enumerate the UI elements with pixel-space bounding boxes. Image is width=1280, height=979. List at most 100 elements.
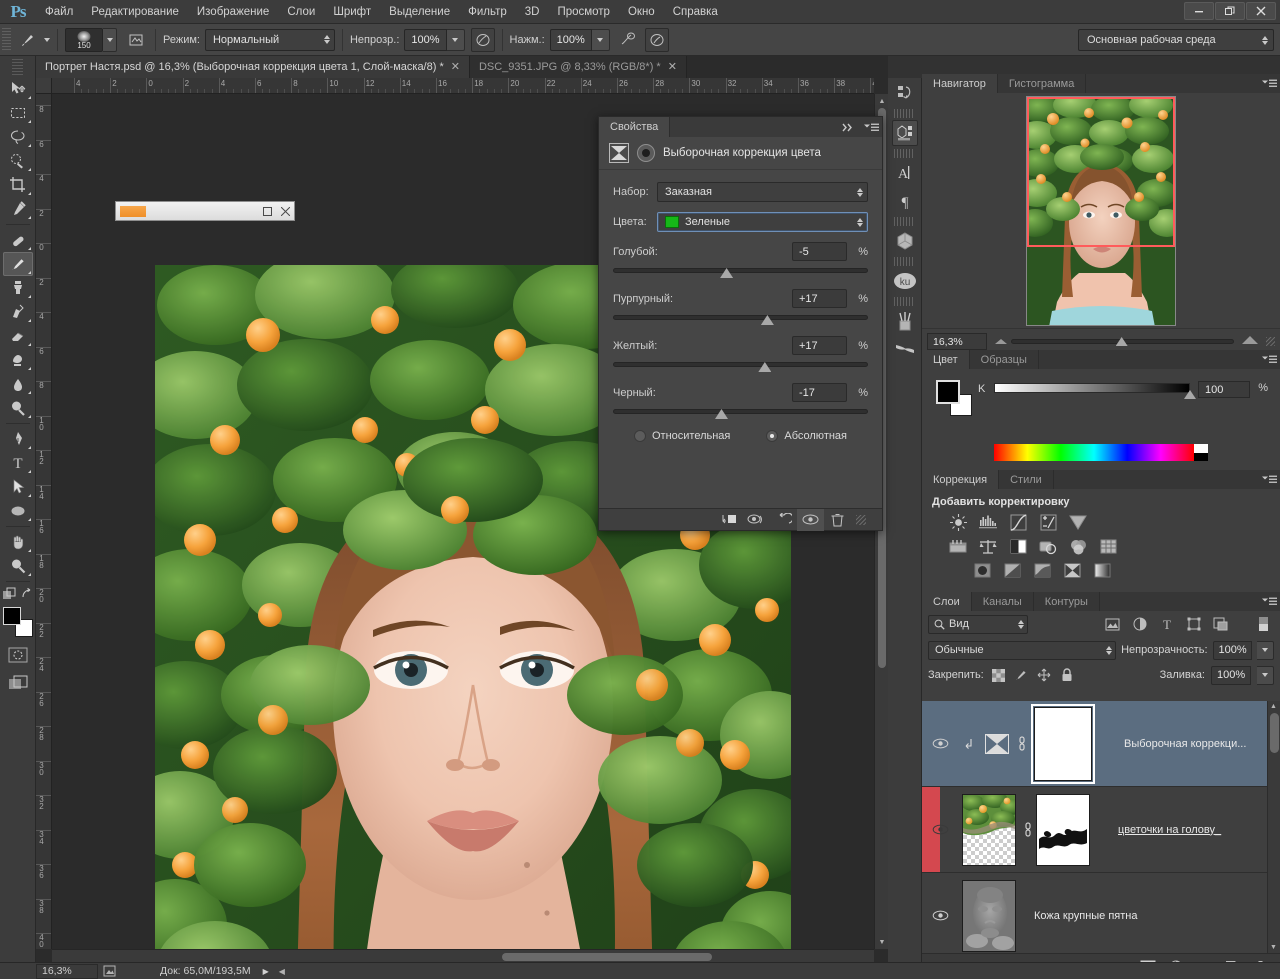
stepper-icon[interactable]	[851, 188, 863, 197]
tool-move[interactable]	[3, 77, 33, 101]
tool-dodge[interactable]	[3, 396, 33, 420]
character-icon[interactable]: A	[892, 160, 918, 186]
filter-adjustment-icon[interactable]	[1129, 615, 1150, 634]
history-icon[interactable]	[892, 80, 918, 106]
tool-healing-brush[interactable]	[3, 228, 33, 252]
layer-name[interactable]: Выборочная коррекци...	[1124, 738, 1246, 750]
options-bar-grip[interactable]	[2, 28, 11, 52]
filter-pixel-icon[interactable]	[1102, 615, 1123, 634]
navigator-view-box[interactable]	[1027, 97, 1175, 247]
tab-paths[interactable]: Контуры	[1034, 592, 1100, 611]
brightness-contrast-icon[interactable]	[946, 512, 970, 533]
stepper-icon[interactable]	[1012, 620, 1024, 629]
blend-mode-select[interactable]: Нормальный	[205, 29, 335, 51]
radio-absolute-dot[interactable]	[766, 430, 778, 442]
color-foreground-swatch[interactable]	[936, 380, 960, 404]
tool-flyout-icon[interactable]	[28, 216, 31, 219]
layer-list-scrollbar[interactable]: ▲ ▼	[1267, 701, 1280, 953]
menu-type[interactable]: Шрифт	[324, 2, 380, 22]
lock-all-icon[interactable]	[1059, 667, 1076, 684]
k-channel-value[interactable]: 100	[1198, 381, 1250, 398]
preset-select[interactable]: Заказная	[657, 182, 868, 202]
adjustment-layer-thumbnail[interactable]	[980, 734, 1014, 754]
layer-filter-type-select[interactable]: Вид	[928, 615, 1028, 634]
kuler-icon[interactable]: ku	[892, 268, 918, 294]
menu-window[interactable]: Окно	[619, 2, 664, 22]
vibrance-icon[interactable]	[1066, 512, 1090, 533]
tool-type[interactable]: T	[3, 451, 33, 475]
navigator-thumbnail-area[interactable]	[922, 93, 1280, 328]
table-row[interactable]: Выборочная коррекци...	[922, 701, 1280, 787]
brush-preset-picker[interactable]: 150	[65, 28, 103, 52]
lock-position-icon[interactable]	[1036, 667, 1053, 684]
tool-lasso[interactable]	[3, 125, 33, 149]
horizontal-scroll-thumb[interactable]	[502, 953, 712, 961]
tool-gradient[interactable]	[3, 348, 33, 372]
airbrush-panel-icon[interactable]	[124, 28, 148, 52]
exposure-icon[interactable]	[1036, 512, 1060, 533]
status-expand-icon[interactable]: ▶	[263, 967, 269, 976]
tools-panel-grip[interactable]	[12, 59, 23, 75]
layer-name[interactable]: Кожа крупные пятна	[1034, 910, 1138, 922]
tool-flyout-icon[interactable]	[28, 295, 31, 298]
table-row[interactable]: цветочки на голову_	[922, 787, 1280, 873]
resize-grip[interactable]	[856, 515, 866, 525]
tool-eyedropper[interactable]	[3, 197, 33, 221]
tool-flyout-icon[interactable]	[28, 319, 31, 322]
floating-mini-window[interactable]	[115, 201, 295, 221]
scroll-down-icon[interactable]: ▼	[1270, 944, 1277, 951]
navigator-zoom-value[interactable]: 16,3%	[927, 333, 987, 350]
color-balance-icon[interactable]	[976, 536, 1000, 557]
layer-thumbnail[interactable]	[962, 794, 1016, 866]
zoom-in-icon[interactable]	[1242, 336, 1258, 344]
tool-marquee[interactable]	[3, 101, 33, 125]
brush-preset-arrow-icon[interactable]	[103, 28, 117, 52]
panel-menu-icon[interactable]	[1258, 350, 1280, 369]
tool-quick-selection[interactable]	[3, 149, 33, 173]
lock-transparency-icon[interactable]	[990, 667, 1007, 684]
tool-flyout-icon[interactable]	[28, 343, 31, 346]
brush-tool-icon[interactable]	[16, 28, 40, 52]
mini-window-close-icon[interactable]	[281, 207, 290, 216]
tool-flyout-icon[interactable]	[28, 192, 31, 195]
view-previous-state-icon[interactable]	[743, 509, 770, 531]
filter-type-icon[interactable]: T	[1156, 615, 1177, 634]
tool-ellipse-shape[interactable]	[3, 499, 33, 523]
layer-opacity-value[interactable]: 100%	[1213, 641, 1253, 660]
white-swatch[interactable]	[1194, 444, 1208, 453]
menu-help[interactable]: Справка	[664, 2, 727, 22]
black-slider-track[interactable]	[613, 405, 868, 421]
tab-adjustments[interactable]: Коррекция	[922, 470, 999, 489]
menu-file[interactable]: Файл	[36, 2, 82, 22]
tool-flyout-icon[interactable]	[28, 518, 31, 521]
scroll-up-icon[interactable]: ▲	[875, 96, 889, 106]
levels-icon[interactable]	[976, 512, 1000, 533]
close-icon[interactable]: ✕	[451, 62, 460, 73]
tab-navigator[interactable]: Навигатор	[922, 74, 998, 93]
color-fg-bg-swatches[interactable]	[936, 380, 972, 416]
ruler-corner[interactable]	[36, 78, 52, 94]
filter-smart-icon[interactable]	[1210, 615, 1231, 634]
flow-pressure-toggle-icon[interactable]	[645, 28, 669, 52]
layer-list[interactable]: Выборочная коррекци...	[922, 701, 1280, 953]
dock-grip[interactable]	[894, 257, 915, 266]
stepper-icon[interactable]	[318, 35, 330, 44]
layer-mask-thumbnail[interactable]	[1034, 707, 1092, 781]
tool-flyout-icon[interactable]	[28, 247, 31, 250]
stepper-icon[interactable]	[851, 218, 863, 227]
filter-toggle-switch-icon[interactable]	[1253, 615, 1274, 634]
tab-properties[interactable]: Свойства	[599, 117, 670, 137]
tool-presets-icon[interactable]	[892, 336, 918, 362]
foreground-color-swatch[interactable]	[3, 607, 21, 625]
swap-colors-icon[interactable]	[20, 587, 34, 603]
yellow-slider-track[interactable]	[613, 358, 868, 374]
black-value[interactable]: -17	[792, 383, 847, 402]
tool-path-selection[interactable]	[3, 475, 33, 499]
quick-mask-small-icon[interactable]	[2, 587, 18, 603]
filter-shape-icon[interactable]	[1183, 615, 1204, 634]
status-zoom-value[interactable]: 16,3%	[36, 964, 98, 979]
hue-saturation-icon[interactable]	[946, 536, 970, 557]
radio-relative-dot[interactable]	[634, 430, 646, 442]
curves-icon[interactable]	[1006, 512, 1030, 533]
status-preview-icon[interactable]	[98, 965, 120, 977]
